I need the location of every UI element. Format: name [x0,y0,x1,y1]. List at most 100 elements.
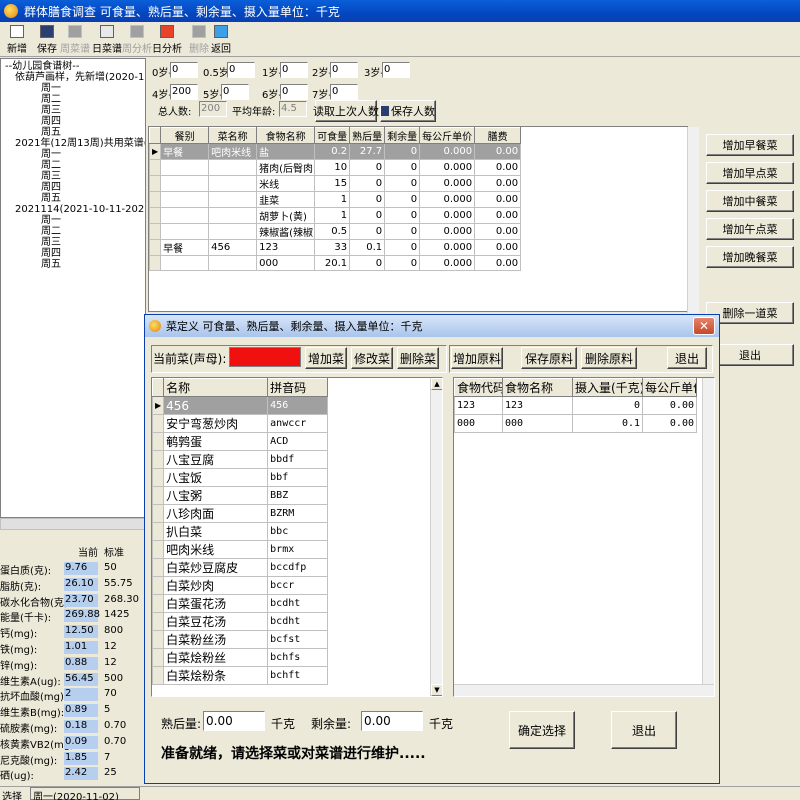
dish-row[interactable]: 白菜烩粉条 bchft [152,666,329,685]
dish-name[interactable]: 白菜烩粉条 [163,666,269,685]
grid-cell[interactable] [208,207,258,224]
grid-cell[interactable] [160,175,210,192]
grid-cell[interactable] [208,159,258,176]
grid-row[interactable]: 猪肉(后臀肉 10 0 0 0.000 0.00 [148,159,522,176]
menu-tree[interactable]: --幼儿园食谱树-- 依葫芦画样，先新增(2020-11- 周一 周二 周三 周四 周五 20… [0,58,146,518]
grid-cell[interactable]: 0 [384,159,421,176]
add-afternoon-snack-button[interactable]: 增加午点菜 [706,218,794,240]
dish-pinyin[interactable]: BZRM [267,504,329,523]
dish-pinyin[interactable]: brmx [267,540,329,559]
dish-name[interactable]: 白菜蛋花汤 [163,594,269,613]
material-list-vscroll[interactable] [702,378,714,684]
dish-name[interactable]: 八宝饭 [163,468,269,487]
grid-cell[interactable]: 20.1 [314,255,351,271]
material-cell[interactable]: 000 [502,414,573,433]
toolbar-return-button[interactable]: 返回 [206,25,236,55]
dish-row[interactable]: 八宝粥 BBZ [152,486,329,505]
dish-name[interactable]: 八珍肉面 [163,504,269,523]
age-input[interactable]: 0 [382,62,410,78]
material-cell[interactable]: 0.00 [642,396,697,415]
grid-cell[interactable]: 0 [349,159,386,176]
tree-group[interactable]: 2021114(2021-10-11-2021-10-1 [15,204,145,216]
grid-cell[interactable]: 0.000 [419,255,476,271]
dish-row[interactable]: 八宝豆腐 bbdf [152,450,329,469]
grid-cell[interactable]: 000 [256,255,316,271]
material-row[interactable]: 123 123 0 0.00 [454,396,697,415]
grid-row[interactable]: 米线 15 0 0 0.000 0.00 [148,175,522,192]
material-list-hscroll[interactable] [454,684,714,696]
material-row[interactable]: 000 000 0.1 0.00 [454,414,697,433]
grid-cell[interactable]: 米线 [256,175,316,192]
grid-cell[interactable]: 123 [256,239,316,256]
toolbar-day-analysis-button[interactable]: 日分析 [152,25,182,55]
grid-cell[interactable] [208,223,258,240]
grid-cell[interactable]: 456 [208,239,258,256]
scroll-up-icon[interactable]: ▲ [431,378,442,390]
age-input[interactable]: 0 [280,84,308,100]
dish-name[interactable]: 安宁弯葱炒肉 [163,414,269,433]
grid-cell[interactable]: 27.7 [349,143,386,160]
add-breakfast-button[interactable]: 增加早餐菜 [706,134,794,156]
dish-row[interactable]: 白菜蛋花汤 bcdht [152,594,329,613]
toolbar-week-analysis-button[interactable]: 周分析 [122,25,152,55]
save-material-button[interactable]: 保存原料 [521,347,577,369]
grid-vscroll[interactable] [687,127,699,313]
grid-cell[interactable]: 0 [349,207,386,224]
dish-row[interactable]: 八珍肉面 BZRM [152,504,329,523]
tree-day[interactable]: 周五 [41,259,61,271]
grid-cell[interactable]: 0.000 [419,239,476,256]
grid-cell[interactable]: 1 [314,207,351,224]
grid-cell[interactable] [208,175,258,192]
dish-row[interactable]: 扒白菜 bbc [152,522,329,541]
dish-name[interactable]: 白菜炒肉 [163,576,269,595]
grid-row[interactable]: 早餐 456 123 33 0.1 0 0.000 0.00 [148,239,522,256]
dish-name[interactable]: 鹌鹑蛋 [163,432,269,451]
dish-row[interactable]: 八宝饭 bbf [152,468,329,487]
grid-cell[interactable]: 0 [384,191,421,208]
grid-cell[interactable]: 0.00 [474,223,522,240]
dish-row[interactable]: 白菜烩粉丝 bchfs [152,648,329,667]
grid-cell[interactable]: 10 [314,159,351,176]
grid-cell[interactable]: 0.00 [474,255,522,271]
scroll-down-icon[interactable]: ▼ [431,684,442,696]
grid-row[interactable]: ▶ 早餐 吧肉米线盐 0.2 27.7 0 0.000 0.00 [148,143,522,160]
avg-age-field[interactable]: 4.5 [279,101,307,117]
age-input[interactable]: 0 [280,62,308,78]
dish-row[interactable]: 白菜炒肉 bccr [152,576,329,595]
grid-column-header[interactable]: 熟后量 [349,127,386,144]
dish-row[interactable]: 白菜炒豆腐皮 bccdfp [152,558,329,577]
dish-list-vscroll[interactable]: ▲ ▼ [430,378,442,696]
grid-cell[interactable]: 0 [349,175,386,192]
exit-top-button[interactable]: 退出 [667,347,707,369]
dish-pinyin[interactable]: bcdht [267,612,329,631]
dish-name[interactable]: 扒白菜 [163,522,269,541]
dish-row[interactable]: 白菜豆花汤 bcdht [152,612,329,631]
dish-row[interactable]: 安宁弯葱炒肉 anwccr [152,414,329,433]
dish-pinyin[interactable]: 456 [267,396,329,415]
grid-cell[interactable]: 0 [349,191,386,208]
dish-name-header[interactable]: 名称 [163,378,269,397]
exit-bottom-button[interactable]: 退出 [611,711,677,749]
grid-cell[interactable]: 0 [384,143,421,160]
add-material-button[interactable]: 增加原料 [451,347,503,369]
delete-material-button[interactable]: 删除原料 [581,347,637,369]
grid-cell[interactable]: 15 [314,175,351,192]
grid-column-header[interactable]: 剩余量 [384,127,421,144]
age-input[interactable]: 0 [330,62,358,78]
material-column-header[interactable]: 食物代码 [454,378,503,397]
tree-group[interactable]: 依葫芦画样，先新增(2020-11- [15,72,145,84]
grid-cell[interactable]: 0.2 [314,143,351,160]
age-input[interactable]: 200 [170,84,198,100]
grid-row[interactable]: 辣椒酱(辣椒 0.5 0 0 0.000 0.00 [148,223,522,240]
dish-pinyin[interactable]: ACD [267,432,329,451]
grid-cell[interactable] [208,191,258,208]
grid-cell[interactable]: 0.00 [474,159,522,176]
grid-row[interactable]: 胡萝卜(黄) 1 0 0 0.000 0.00 [148,207,522,224]
grid-cell[interactable]: 0 [384,255,421,271]
grid-cell[interactable]: 0.000 [419,223,476,240]
current-dish-input[interactable] [229,347,301,367]
grid-cell[interactable]: 0.000 [419,175,476,192]
add-lunch-button[interactable]: 增加中餐菜 [706,190,794,212]
material-cell[interactable]: 123 [454,396,503,415]
tree-hscroll[interactable] [0,518,146,530]
